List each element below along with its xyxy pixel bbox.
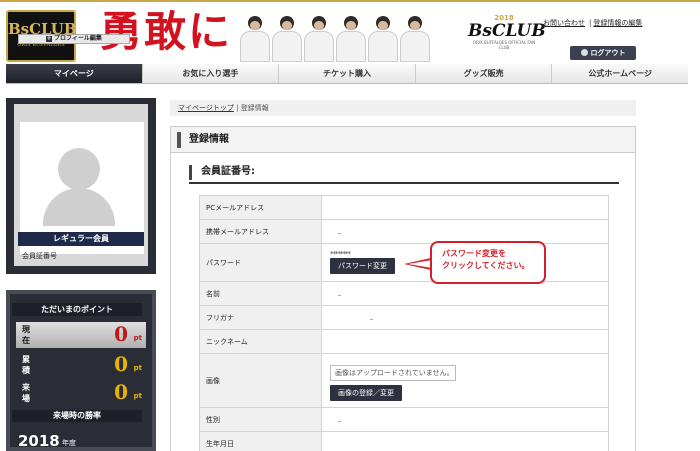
breadcrumb-separator: | — [236, 104, 239, 112]
gender-label: 性別 — [199, 407, 322, 432]
birthday-label: 生年月日 — [199, 431, 322, 451]
gender-value — [321, 407, 609, 432]
main-nav: マイページ お気に入り選手 チケット購入 グッズ販売 公式ホームページ — [6, 64, 688, 84]
points-visit-unit: pt — [133, 392, 142, 400]
pc-email-value — [321, 195, 609, 220]
image-status-field: 画像はアップロードされていません。 — [330, 364, 456, 381]
callout-arrow-inner — [408, 260, 432, 268]
image-upload-button[interactable]: 画像の登録／変更 — [330, 384, 402, 401]
avatar — [43, 148, 115, 226]
image-label: 画像 — [199, 353, 322, 408]
callout-line-2: クリックしてください。 — [442, 261, 530, 270]
edit-profile-button[interactable]: + プロフィール編集 — [18, 34, 130, 44]
points-visit-label: 来場 — [22, 383, 30, 403]
nickname-value — [321, 329, 609, 354]
players-banner-image — [240, 8, 450, 62]
points-visit-value: 0 — [114, 380, 128, 404]
link-separator: | — [589, 19, 592, 27]
gear-icon — [580, 49, 588, 56]
points-current-unit: pt — [133, 334, 142, 342]
table-row: 生年月日 — [199, 431, 609, 451]
plus-icon: + — [46, 35, 53, 42]
points-accumulated-value: 0 — [114, 352, 128, 376]
mobile-email-value — [321, 219, 609, 244]
nav-item-mypage[interactable]: マイページ — [6, 64, 143, 83]
furigana-value — [321, 305, 609, 330]
table-row: 携帯メールアドレス — [199, 219, 609, 244]
site-header: BsCLUB ORIX BUFFALOES 勇敢に 2018 BsCLUB OR… — [0, 0, 700, 62]
header-links: お問い合わせ | 登録情報の編集 — [543, 18, 693, 28]
points-accumulated-label: 累積 — [22, 355, 30, 375]
nav-item-official-site[interactable]: 公式ホームページ — [552, 64, 688, 83]
season-year-suffix: 年度 — [62, 439, 76, 447]
season-year: 2018 — [18, 432, 60, 450]
points-current-value: 0 — [114, 322, 128, 346]
password-label: パスワード — [199, 243, 322, 282]
table-row: ニックネーム — [199, 329, 609, 354]
breadcrumb-mypage-top[interactable]: マイページトップ — [178, 104, 234, 112]
points-visit-row: 来場 0 pt — [16, 380, 146, 406]
registration-info-panel: 登録情報 会員証番号: PCメールアドレス 携帯メールアドレス パスワード **… — [170, 126, 636, 451]
page-title: 登録情報 — [171, 127, 635, 153]
profile-info-table: PCメールアドレス 携帯メールアドレス パスワード ******** パスワード… — [199, 195, 609, 451]
fanclub-subtext: ORIX BUFFALOES OFFICIAL FAN CLUB — [472, 40, 536, 50]
points-current-row: 現在 0 pt — [16, 322, 146, 348]
pc-email-label: PCメールアドレス — [199, 195, 322, 220]
points-title: ただいまのポイント — [12, 303, 142, 316]
logout-label: ログアウト — [590, 49, 626, 57]
member-number-heading: 会員証番号: — [189, 162, 619, 184]
nav-item-favorite-players[interactable]: お気に入り選手 — [142, 64, 280, 83]
password-change-button[interactable]: パスワード変更 — [330, 258, 395, 274]
name-label: 名前 — [199, 281, 322, 306]
table-row: PCメールアドレス — [199, 195, 609, 220]
edit-registration-link[interactable]: 登録情報の編集 — [593, 19, 642, 27]
name-value — [321, 281, 609, 306]
mobile-email-label: 携帯メールアドレス — [199, 219, 322, 244]
points-accumulated-row: 累積 0 pt — [16, 352, 146, 378]
logout-button[interactable]: ログアウト — [570, 46, 636, 60]
table-row: 画像 画像はアップロードされていません。 画像の登録／変更 — [199, 353, 609, 408]
fanclub-name: BsCLUB — [468, 21, 546, 41]
edit-profile-label: プロフィール編集 — [54, 35, 102, 42]
table-row: フリガナ — [199, 305, 609, 330]
furigana-label: フリガナ — [199, 305, 322, 330]
member-number-label: 会員証番号 — [22, 252, 57, 260]
points-accumulated-unit: pt — [133, 364, 142, 372]
image-value: 画像はアップロードされていません。 画像の登録／変更 — [321, 353, 609, 408]
birthday-value — [321, 431, 609, 451]
contact-link[interactable]: お問い合わせ — [543, 19, 585, 27]
points-current-label: 現在 — [22, 325, 30, 345]
nav-item-tickets[interactable]: チケット購入 — [279, 64, 416, 83]
password-change-callout: パスワード変更を クリックしてください。 — [430, 241, 546, 284]
callout-line-1: パスワード変更を — [442, 249, 506, 258]
member-type-badge: レギュラー会員 — [18, 232, 144, 246]
fanclub-logo: 2018 BsCLUB ORIX BUFFALOES OFFICIAL FAN … — [468, 14, 546, 50]
nickname-label: ニックネーム — [199, 329, 322, 354]
table-row: 性別 — [199, 407, 609, 432]
nav-item-goods[interactable]: グッズ販売 — [415, 64, 553, 83]
breadcrumb-current: 登録情報 — [240, 104, 269, 112]
breadcrumb: マイページトップ | 登録情報 — [170, 100, 636, 116]
win-rate-title: 来場時の勝率 — [12, 410, 142, 422]
slogan-text: 勇敢に — [100, 7, 233, 56]
table-row: 名前 — [199, 281, 609, 306]
